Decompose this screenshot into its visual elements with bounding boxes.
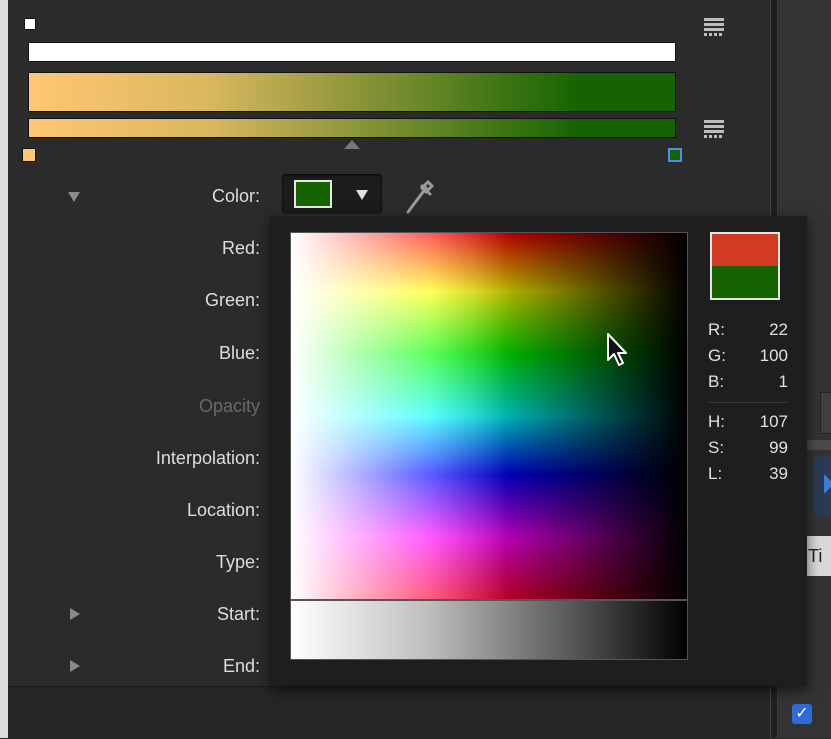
rgb-label: B: — [708, 372, 725, 391]
param-label-opacity: Opacity — [198, 396, 260, 416]
right-panel-checkbox[interactable]: ✓ — [792, 704, 812, 724]
value-separator — [708, 402, 788, 403]
rgb-row: G: 100 — [708, 346, 788, 366]
param-label-red: Red: — [221, 238, 260, 258]
color-gradient-bar[interactable] — [28, 118, 676, 138]
play-icon — [824, 474, 831, 494]
opacity-gradient-bar[interactable] — [28, 42, 676, 62]
rgb-value: 1 — [778, 372, 788, 391]
color-spectrum-field[interactable] — [290, 232, 688, 600]
opacity-stop-handle[interactable] — [24, 18, 36, 30]
rgb-label: G: — [708, 346, 726, 365]
opacity-bar-options-icon[interactable] — [704, 18, 724, 38]
hsl-value: 99 — [769, 438, 788, 457]
disclosure-triangle-start[interactable] — [70, 608, 80, 620]
bottom-bar — [8, 686, 770, 739]
hsl-row: S: 99 — [708, 438, 788, 458]
parameter-list: Red: Green: Blue: Opacity Interpolation: Loca… — [50, 236, 260, 686]
hsl-label: L: — [708, 464, 723, 483]
rgb-row: B: 1 — [708, 372, 788, 392]
hsl-row: H: 107 — [708, 412, 788, 432]
param-label-blue: Blue: — [218, 343, 260, 363]
window-edge — [0, 0, 8, 738]
gradient-midpoint-marker[interactable] — [344, 140, 360, 149]
hsl-label: S: — [708, 438, 725, 457]
hsl-row: L: 39 — [708, 464, 788, 484]
param-label-location: Location: — [186, 500, 260, 520]
new-color-preview — [712, 234, 778, 266]
hsl-value: 107 — [759, 412, 788, 431]
param-label-end: End: — [222, 656, 260, 676]
end-color-stop[interactable] — [668, 148, 682, 162]
color-preview — [710, 232, 780, 300]
color-swatch[interactable] — [294, 180, 332, 208]
hsl-label: H: — [708, 412, 725, 431]
color-bar-options-icon[interactable] — [704, 120, 724, 140]
rgb-label: R: — [708, 320, 725, 339]
disclosure-triangle-end[interactable] — [70, 660, 80, 672]
param-label-green: Green: — [204, 290, 260, 310]
param-label-interpolation: Interpolation: — [155, 448, 260, 468]
rgb-value: 22 — [769, 320, 788, 339]
eyedropper-icon[interactable] — [402, 176, 436, 216]
grayscale-strip[interactable] — [290, 600, 688, 660]
start-color-stop[interactable] — [22, 148, 36, 162]
hsl-value: 39 — [769, 464, 788, 483]
param-label-start: Start: — [216, 604, 260, 624]
gradient-preview-bar — [28, 72, 676, 112]
color-well-dropdown-icon[interactable] — [356, 190, 368, 200]
rgb-value: 100 — [759, 346, 788, 365]
mouse-cursor-icon — [606, 332, 630, 368]
right-panel-tab-label[interactable]: Ti — [808, 546, 822, 567]
rgb-row: R: 22 — [708, 320, 788, 340]
param-label-type: Type: — [215, 552, 260, 572]
old-color-preview — [712, 266, 778, 298]
color-label: Color: — [211, 186, 260, 206]
right-panel-dropdown[interactable] — [820, 392, 831, 434]
